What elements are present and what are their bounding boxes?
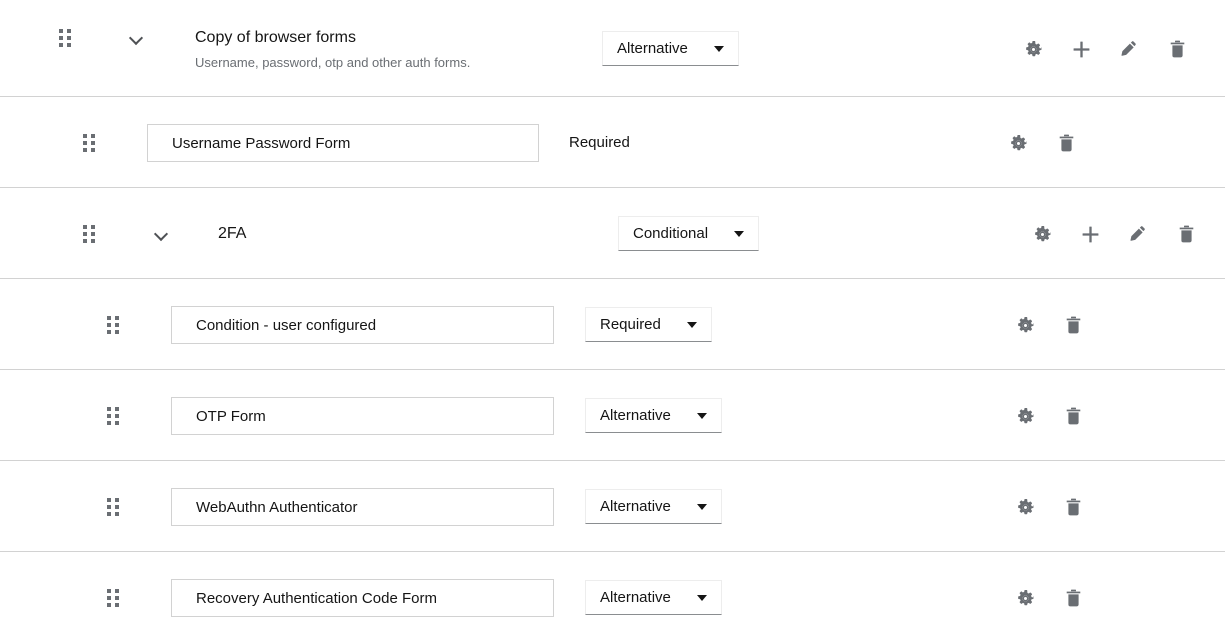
execution-name-input[interactable]: Username Password Form — [147, 124, 539, 162]
drag-handle[interactable] — [83, 97, 95, 188]
row-actions — [1030, 222, 1198, 246]
gear-icon — [1017, 498, 1034, 516]
gear-icon — [1034, 225, 1051, 243]
gear-button[interactable] — [1013, 495, 1037, 519]
drag-handle-icon[interactable] — [107, 497, 119, 516]
drag-handle-icon[interactable] — [59, 29, 71, 47]
row-actions — [1013, 404, 1085, 428]
gear-button[interactable] — [1013, 313, 1037, 337]
gear-icon — [1010, 134, 1027, 152]
drag-handle[interactable] — [59, 0, 71, 76]
authentication-flow-table: Copy of browser forms Username, password,… — [0, 0, 1225, 643]
trash-button[interactable] — [1061, 404, 1085, 428]
drag-handle[interactable] — [107, 370, 119, 461]
flow-row: Recovery Authentication Code Form Alterna… — [0, 552, 1225, 643]
pencil-icon — [1120, 40, 1138, 58]
plus-button[interactable] — [1078, 222, 1102, 246]
flow-row: Copy of browser forms Username, password,… — [0, 0, 1225, 97]
gear-button[interactable] — [1013, 586, 1037, 610]
pencil-button[interactable] — [1117, 37, 1141, 61]
gear-button[interactable] — [1021, 37, 1045, 61]
flow-title: 2FA — [218, 224, 247, 242]
trash-icon — [1169, 40, 1186, 58]
requirement-value: Alternative — [617, 40, 688, 57]
plus-button[interactable] — [1069, 37, 1093, 61]
drag-handle[interactable] — [107, 279, 119, 370]
requirement-value: Alternative — [600, 407, 671, 424]
drag-handle-icon[interactable] — [107, 406, 119, 425]
chevron-down-icon — [686, 321, 697, 328]
requirement-value: Required — [600, 316, 661, 333]
trash-button[interactable] — [1061, 313, 1085, 337]
plus-icon — [1072, 40, 1091, 59]
requirement-select[interactable]: Alternative — [585, 489, 722, 524]
gear-icon — [1025, 40, 1042, 58]
chevron-down-icon — [734, 230, 745, 237]
flow-title-cell: 2FA — [218, 188, 246, 279]
drag-handle-icon[interactable] — [107, 315, 119, 334]
trash-icon — [1065, 589, 1082, 607]
execution-name-input[interactable]: WebAuthn Authenticator — [171, 488, 554, 526]
trash-icon — [1065, 316, 1082, 334]
flow-row: Condition - user configured Required — [0, 279, 1225, 370]
trash-icon — [1065, 498, 1082, 516]
execution-name-input[interactable]: Recovery Authentication Code Form — [171, 579, 554, 617]
gear-icon — [1017, 589, 1034, 607]
gear-button[interactable] — [1006, 131, 1030, 155]
trash-button[interactable] — [1061, 495, 1085, 519]
gear-button[interactable] — [1030, 222, 1054, 246]
flow-row: 2FA Conditional — [0, 188, 1225, 279]
trash-button[interactable] — [1061, 586, 1085, 610]
requirement-select[interactable]: Alternative — [585, 580, 722, 615]
row-actions — [1006, 131, 1078, 155]
drag-handle[interactable] — [83, 188, 95, 279]
drag-handle[interactable] — [107, 461, 119, 552]
chevron-down-icon[interactable] — [130, 31, 144, 45]
pencil-icon — [1129, 225, 1147, 243]
row-actions — [1013, 495, 1085, 519]
gear-icon — [1017, 316, 1034, 334]
expand-toggle[interactable] — [155, 188, 169, 279]
trash-button[interactable] — [1054, 131, 1078, 155]
drag-handle-icon[interactable] — [83, 224, 95, 243]
flow-description: Username, password, otp and other auth f… — [195, 55, 471, 70]
flow-title: Copy of browser forms — [195, 29, 356, 46]
flow-row: WebAuthn Authenticator Alternative — [0, 461, 1225, 552]
trash-button[interactable] — [1174, 222, 1198, 246]
pencil-button[interactable] — [1126, 222, 1150, 246]
requirement-value: Alternative — [600, 498, 671, 515]
drag-handle[interactable] — [107, 552, 119, 643]
drag-handle-icon[interactable] — [107, 588, 119, 607]
requirement-select[interactable]: Required — [585, 307, 712, 342]
requirement-label: Required — [569, 134, 630, 151]
execution-name-input[interactable]: OTP Form — [171, 397, 554, 435]
row-actions — [1021, 37, 1189, 61]
execution-name-input[interactable]: Condition - user configured — [171, 306, 554, 344]
trash-icon — [1178, 225, 1195, 243]
gear-button[interactable] — [1013, 404, 1037, 428]
expand-toggle[interactable] — [130, 0, 144, 76]
chevron-down-icon — [696, 594, 707, 601]
flow-title-cell: Copy of browser forms Username, password,… — [195, 28, 470, 72]
flow-row: OTP Form Alternative — [0, 370, 1225, 461]
requirement-select[interactable]: Alternative — [585, 398, 722, 433]
trash-icon — [1058, 134, 1075, 152]
gear-icon — [1017, 407, 1034, 425]
chevron-down-icon — [713, 45, 724, 52]
row-actions — [1013, 586, 1085, 610]
requirement-value: Conditional — [633, 225, 709, 242]
plus-icon — [1081, 225, 1100, 244]
chevron-down-icon — [696, 412, 707, 419]
drag-handle-icon[interactable] — [83, 133, 95, 152]
chevron-down-icon[interactable] — [155, 227, 169, 241]
chevron-down-icon — [696, 503, 707, 510]
trash-icon — [1065, 407, 1082, 425]
trash-button[interactable] — [1165, 37, 1189, 61]
flow-row: Username Password Form Required — [0, 97, 1225, 188]
requirement-value: Alternative — [600, 589, 671, 606]
requirement-select[interactable]: Alternative — [602, 31, 739, 66]
row-actions — [1013, 313, 1085, 337]
requirement-select[interactable]: Conditional — [618, 216, 760, 251]
